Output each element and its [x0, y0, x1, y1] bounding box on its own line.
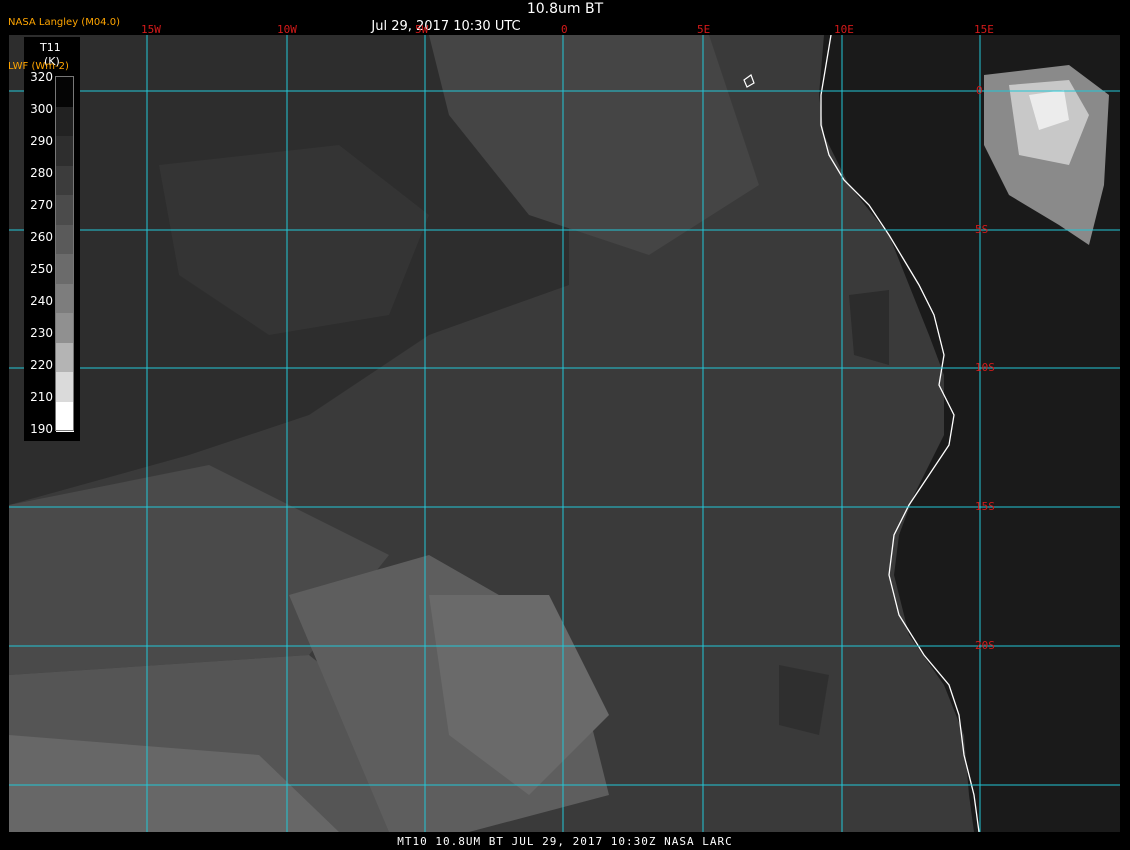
legend-tick-label: 190 — [30, 422, 53, 436]
latitude-label: 5S — [975, 223, 989, 236]
credit-label: NASA Langley (M04.0) — [8, 17, 120, 28]
longitude-label: 15E — [974, 23, 994, 36]
legend-tick-label: 270 — [30, 198, 53, 212]
legend-tick-label: 220 — [30, 358, 53, 372]
color-scale-legend: T11 (K) LWF (Wm-2) 320 300 290 280 270 260 250… — [8, 37, 80, 441]
longitude-label: 5E — [697, 23, 711, 36]
legend-tick-label: 280 — [30, 166, 53, 180]
latitude-label: 15S — [975, 500, 995, 513]
legend-tick-label: 320 — [30, 70, 53, 84]
longitude-label: 10W — [277, 23, 297, 36]
latitude-label: 20S — [975, 639, 995, 652]
legend-tick-label: 230 — [30, 326, 53, 340]
longitude-label: 15W — [141, 23, 161, 36]
image-datetime: Jul 29, 2017 10:30 UTC — [371, 19, 521, 34]
latitude-label: 0 — [976, 84, 983, 97]
legend-tick-label: 260 — [30, 230, 53, 244]
legend-tick-label: 290 — [30, 134, 53, 148]
longitude-label: 5W — [415, 23, 429, 36]
map-imagery — [9, 35, 1120, 832]
legend-frame — [55, 76, 74, 431]
legend-variable: T11 — [40, 41, 61, 54]
footer-caption: MT10 10.8UM BT JUL 29, 2017 10:30Z NASA … — [397, 835, 733, 848]
legend-tick-label: 240 — [30, 294, 53, 308]
legend-tick-label: 300 — [30, 102, 53, 116]
legend-tick-label: 250 — [30, 262, 53, 276]
latitude-label: 10S — [975, 361, 995, 374]
satellite-map — [9, 35, 1120, 832]
longitude-label: 10E — [834, 23, 854, 36]
longitude-label: 0 — [561, 23, 568, 36]
legend-tick-label: 210 — [30, 390, 53, 404]
image-title: 10.8um BT — [526, 1, 604, 17]
